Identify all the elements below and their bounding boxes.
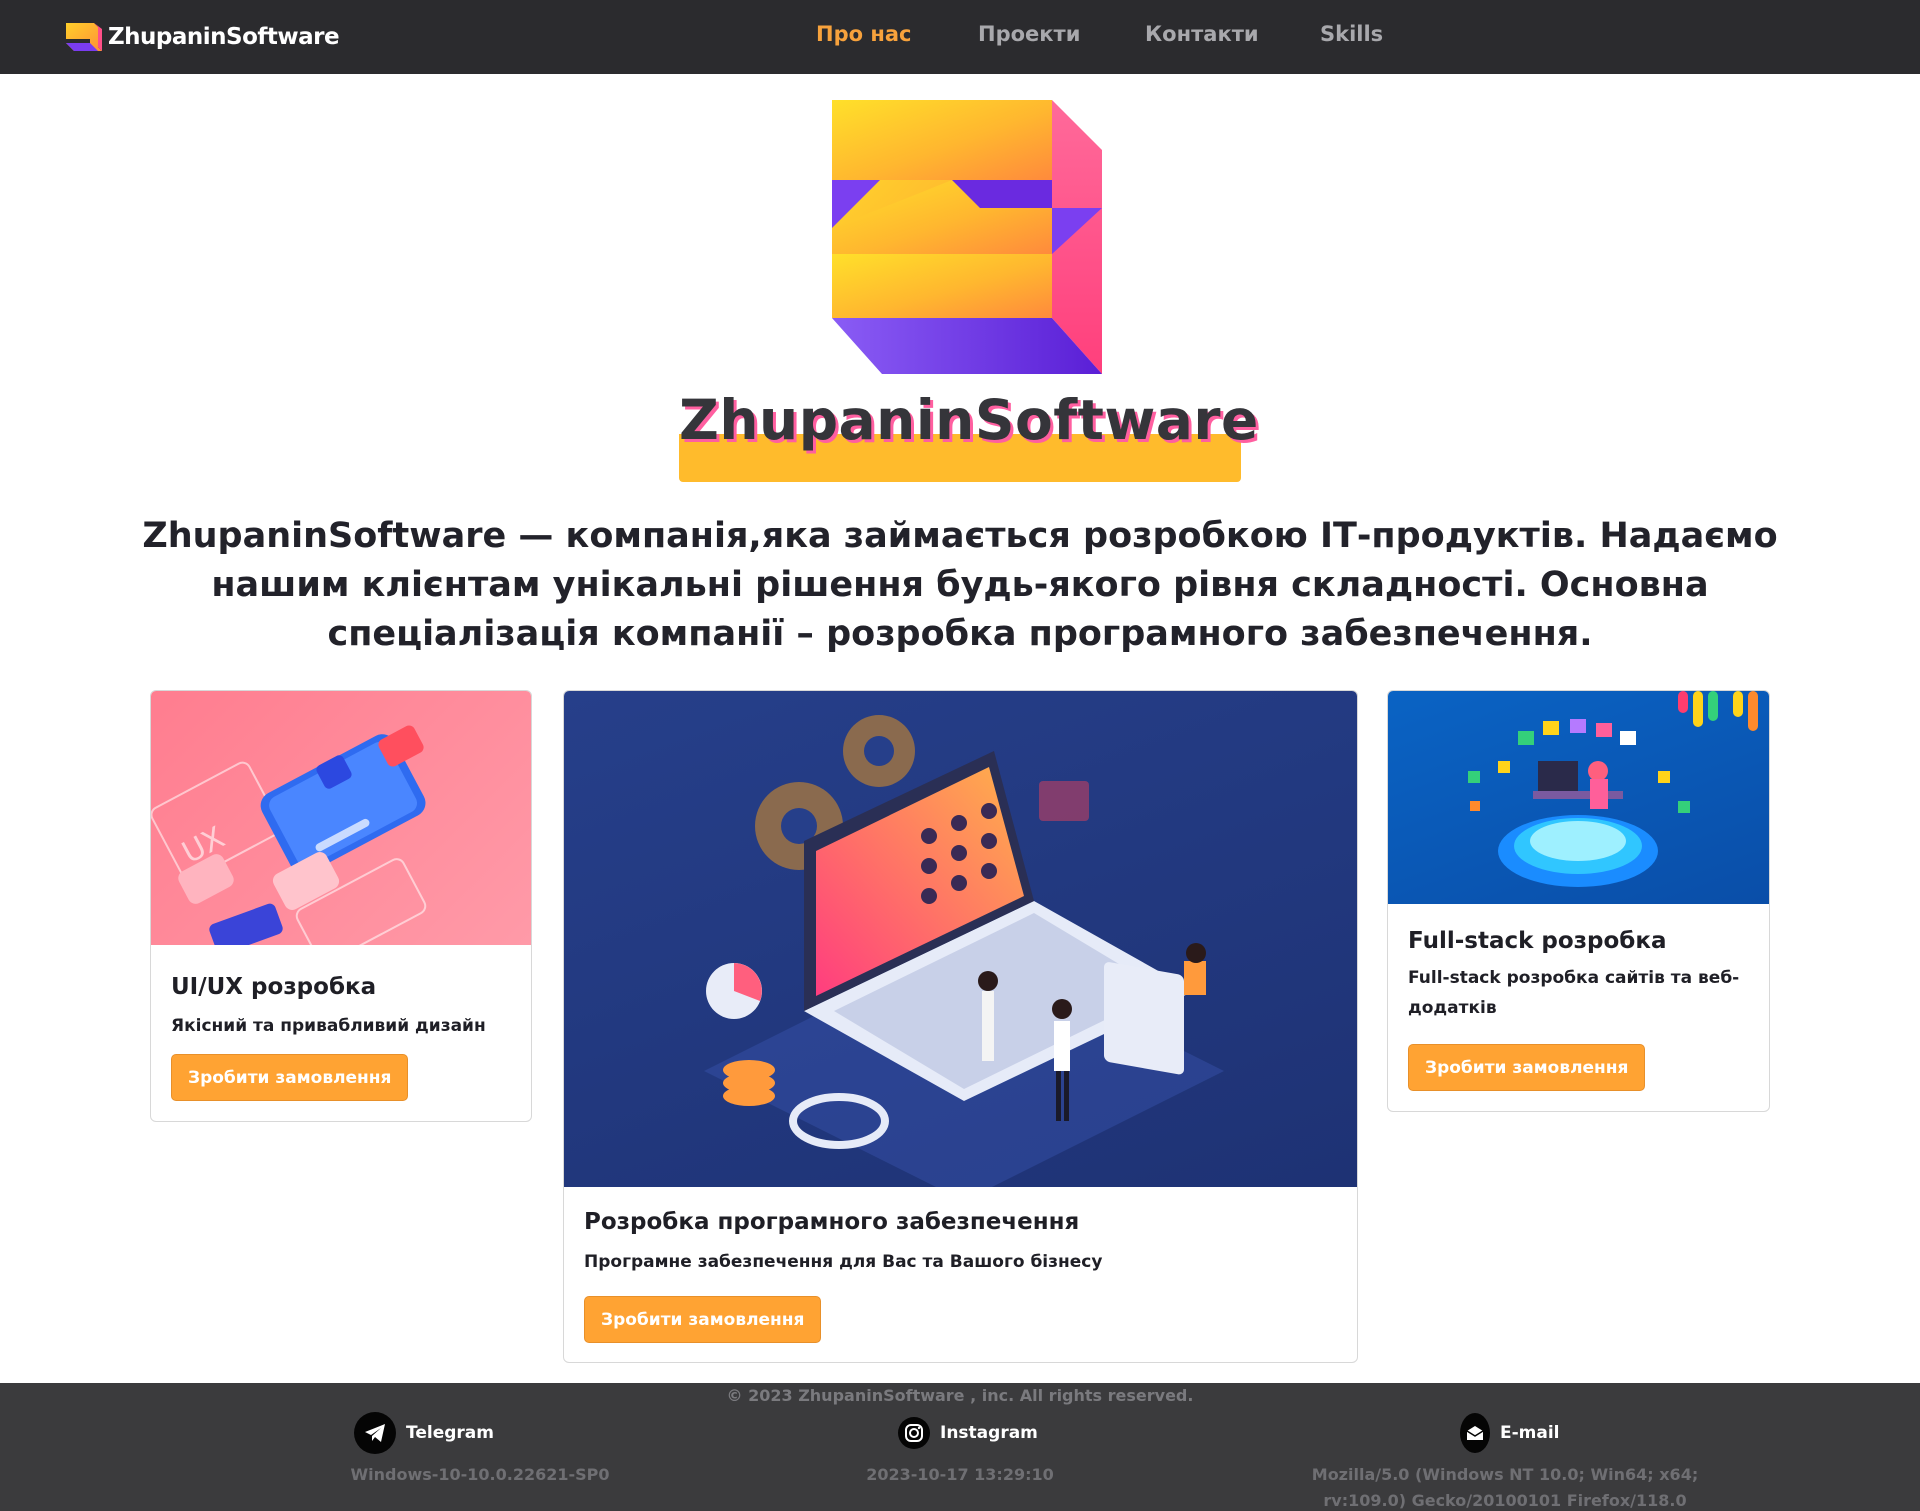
brand-name: ZhupaninSoftware [108,24,340,50]
order-button[interactable]: Зробити замовлення [584,1296,822,1343]
card-title: Розробка програмного забезпечення [584,1209,1080,1235]
fullstack-illustration [1388,691,1769,904]
card-title: Full-stack розробка [1408,928,1667,954]
telegram-label: Telegram [406,1423,494,1443]
email-label: E-mail [1500,1423,1560,1443]
service-card-fullstack: Full-stack розробка Full-stack розробка … [1387,690,1770,1112]
nav-link-contacts[interactable]: Контакти [1145,22,1259,46]
hero-logo-word: ZhupaninSoftware [679,388,1259,452]
email-icon [1460,1413,1490,1453]
email-link[interactable]: E-mail [1460,1413,1560,1453]
telegram-icon [354,1412,396,1454]
navbar: ZhupaninSoftware Про нас Проекти Контакт… [0,0,1920,74]
company-intro: ZhupaninSoftware — компанія,яка займаєть… [142,516,1778,654]
card-text: Full-stack розробка сайтів та веб-додатк… [1408,968,1740,1018]
card-text: Програмне забезпечення для Вас та Вашого… [584,1252,1103,1272]
telegram-link[interactable]: Telegram [354,1412,494,1454]
nav-link-projects[interactable]: Проекти [978,22,1080,46]
service-card-uiux: UX UI/UX розробка Якісний та привабливий… [150,690,532,1122]
platform-text: Windows-10-10.0.22621-SP0 [350,1465,610,1484]
uiux-illustration: UX [151,691,531,945]
hero-z-logo [832,100,1102,374]
datetime-text: 2023-10-17 13:29:10 [866,1465,1054,1484]
instagram-icon [898,1417,930,1449]
service-card-software: Розробка програмного забезпечення Програ… [563,690,1358,1363]
nav-link-skills[interactable]: Skills [1320,22,1383,46]
copyright-text: © 2023 ZhupaninSoftware , inc. All right… [726,1386,1194,1405]
brand-link[interactable]: ZhupaninSoftware [64,20,340,54]
nav-link-about[interactable]: Про нас [816,22,911,46]
card-text: Якісний та привабливий дизайн [171,1016,486,1036]
user-agent-text: Mozilla/5.0 (Windows NT 10.0; Win64; x64… [1311,1465,1699,1510]
order-button[interactable]: Зробити замовлення [1408,1044,1646,1091]
software-illustration [564,691,1357,1187]
instagram-label: Instagram [940,1423,1038,1443]
order-button[interactable]: Зробити замовлення [171,1054,409,1101]
brand-logo-icon [66,23,102,51]
instagram-link[interactable]: Instagram [898,1413,1038,1453]
card-title: UI/UX розробка [171,974,377,1000]
